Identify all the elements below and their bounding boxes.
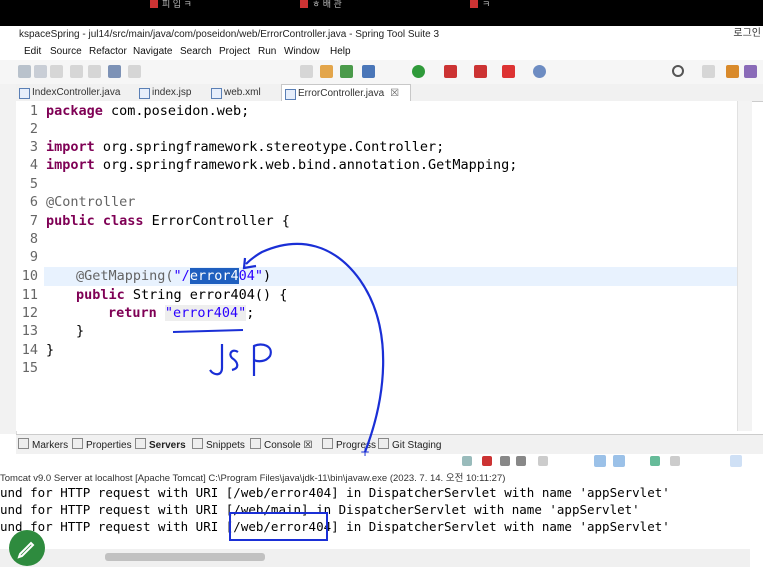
underline-stroke <box>172 329 244 333</box>
highlight-box <box>229 512 328 541</box>
handwritten-jsp <box>209 343 272 376</box>
handwritten-arrow <box>245 242 385 453</box>
cursor-cross: + <box>360 445 370 459</box>
pen-annotation-layer: + <box>172 242 385 541</box>
